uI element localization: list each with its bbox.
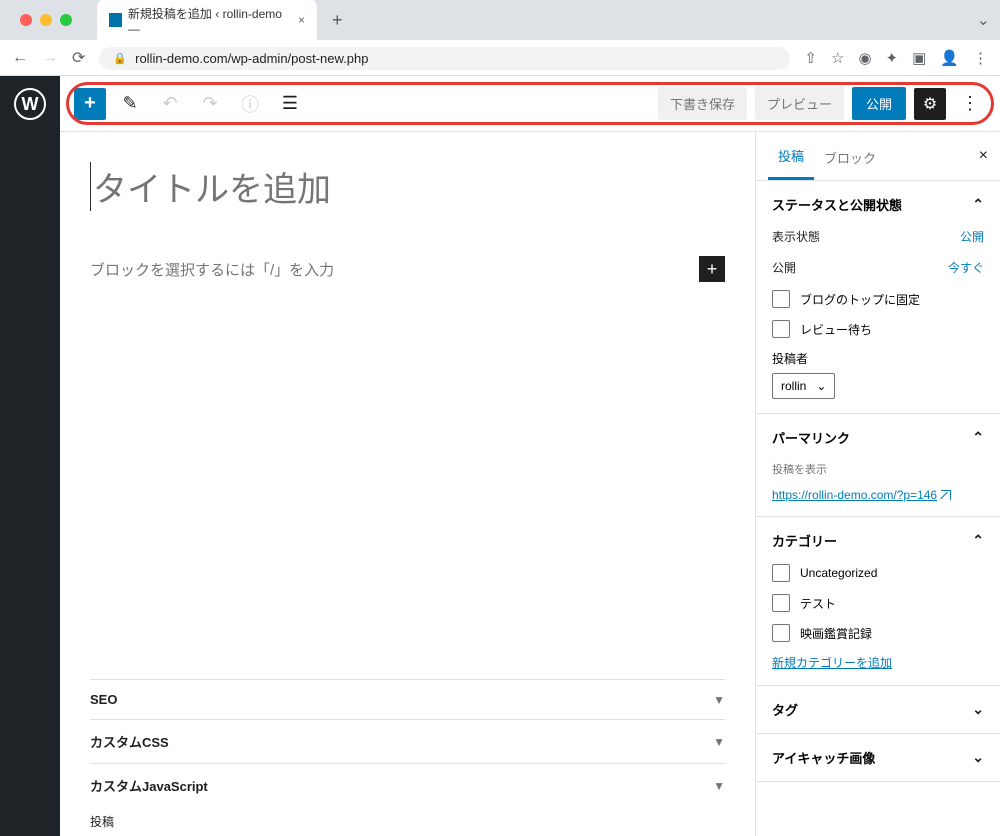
permalink-url[interactable]: https://rollin-demo.com/?p=146 bbox=[772, 488, 951, 502]
chevron-down-icon: ⌄ bbox=[972, 749, 984, 766]
chevron-down-icon: ▼ bbox=[713, 779, 725, 793]
close-sidebar-button[interactable]: × bbox=[979, 147, 988, 165]
wordpress-editor: W + ✎ ↶ ↷ ⓘ ☰ 下書き保存 プレビュー 公開 ⚙ ⋮ タイトルを追加 bbox=[0, 76, 1000, 836]
category-label: テスト bbox=[800, 595, 836, 612]
category-checkbox[interactable] bbox=[772, 564, 790, 582]
default-block[interactable]: ブロックを選択するには「/」を入力 + bbox=[90, 256, 725, 282]
extensions-icon[interactable]: ✦ bbox=[886, 49, 899, 67]
panel-permalink-toggle[interactable]: パーマリンク⌃ bbox=[772, 428, 984, 447]
sticky-label: ブログのトップに固定 bbox=[800, 291, 920, 308]
panel-status: ステータスと公開状態⌃ 表示状態公開 公開今すぐ ブログのトップに固定 レビュー… bbox=[756, 181, 1000, 414]
chevron-up-icon: ⌃ bbox=[972, 532, 984, 549]
forward-button[interactable]: → bbox=[42, 49, 58, 67]
chevron-down-icon[interactable]: ⌄ bbox=[977, 10, 990, 30]
panel-featured-toggle[interactable]: アイキャッチ画像⌄ bbox=[772, 748, 984, 767]
author-select[interactable]: rollin⌄ bbox=[772, 373, 835, 399]
category-label: 映画鑑賞記録 bbox=[800, 625, 872, 642]
chevron-down-icon: ⌄ bbox=[816, 379, 826, 393]
block-placeholder: ブロックを選択するには「/」を入力 bbox=[90, 259, 334, 280]
browser-chrome: 新規投稿を追加 ‹ rollin-demo — × + ⌄ ← → ⟳ 🔒 ro… bbox=[0, 0, 1000, 76]
camera-icon[interactable]: ◉ bbox=[858, 49, 871, 67]
share-icon[interactable]: ⇧ bbox=[804, 49, 817, 67]
minimize-window-icon[interactable] bbox=[40, 14, 52, 26]
undo-button[interactable]: ↶ bbox=[154, 88, 186, 120]
url-text: rollin-demo.com/wp-admin/post-new.php bbox=[135, 51, 368, 66]
meta-box-seo[interactable]: SEO▼ bbox=[90, 679, 725, 719]
wp-admin-bar: W bbox=[0, 76, 60, 836]
lock-icon: 🔒 bbox=[113, 52, 127, 65]
favicon-icon bbox=[109, 13, 122, 27]
panel-permalink: パーマリンク⌃ 投稿を表示 https://rollin-demo.com/?p… bbox=[756, 414, 1000, 517]
category-checkbox[interactable] bbox=[772, 624, 790, 642]
panel-status-toggle[interactable]: ステータスと公開状態⌃ bbox=[772, 195, 984, 214]
sticky-checkbox[interactable] bbox=[772, 290, 790, 308]
chevron-up-icon: ⌃ bbox=[972, 196, 984, 213]
menu-icon[interactable]: ⋮ bbox=[973, 49, 988, 67]
sidepanel-icon[interactable]: ▣ bbox=[912, 49, 926, 67]
preview-button[interactable]: プレビュー bbox=[755, 87, 844, 120]
block-inserter-button[interactable]: + bbox=[74, 88, 106, 120]
publish-button[interactable]: 公開 bbox=[852, 87, 906, 120]
external-link-icon bbox=[941, 490, 951, 500]
publish-date-value[interactable]: 今すぐ bbox=[948, 259, 984, 276]
reload-button[interactable]: ⟳ bbox=[72, 48, 85, 68]
outline-button[interactable]: ☰ bbox=[274, 88, 306, 120]
tab-block[interactable]: ブロック bbox=[814, 134, 886, 179]
add-category-link[interactable]: 新規カテゴリーを追加 bbox=[772, 654, 892, 671]
visibility-value[interactable]: 公開 bbox=[960, 228, 984, 245]
pending-label: レビュー待ち bbox=[800, 321, 872, 338]
redo-button[interactable]: ↷ bbox=[194, 88, 226, 120]
browser-tab[interactable]: 新規投稿を追加 ‹ rollin-demo — × bbox=[97, 0, 317, 42]
panel-tags-toggle[interactable]: タグ⌄ bbox=[772, 700, 984, 719]
document-type-label: 投稿 bbox=[90, 807, 725, 836]
meta-boxes: SEO▼ カスタムCSS▼ カスタムJavaScript▼ 投稿 bbox=[90, 679, 725, 836]
content-area: タイトルを追加 ブロックを選択するには「/」を入力 + SEO▼ カスタムCSS… bbox=[60, 132, 755, 836]
tab-bar: 新規投稿を追加 ‹ rollin-demo — × + ⌄ bbox=[0, 0, 1000, 40]
panel-featured-image: アイキャッチ画像⌄ bbox=[756, 734, 1000, 782]
address-bar: ← → ⟳ 🔒 rollin-demo.com/wp-admin/post-ne… bbox=[0, 40, 1000, 76]
chevron-down-icon: ▼ bbox=[713, 735, 725, 749]
author-label: 投稿者 bbox=[772, 350, 984, 367]
window-controls bbox=[20, 14, 72, 26]
wordpress-logo-icon[interactable]: W bbox=[14, 88, 46, 120]
panel-categories-toggle[interactable]: カテゴリー⌃ bbox=[772, 531, 984, 550]
settings-sidebar: 投稿 ブロック × ステータスと公開状態⌃ 表示状態公開 公開今すぐ ブログのト… bbox=[755, 132, 1000, 836]
details-button[interactable]: ⓘ bbox=[234, 88, 266, 120]
editor-toolbar: + ✎ ↶ ↷ ⓘ ☰ 下書き保存 プレビュー 公開 ⚙ ⋮ bbox=[60, 76, 1000, 132]
url-field[interactable]: 🔒 rollin-demo.com/wp-admin/post-new.php bbox=[99, 47, 790, 70]
meta-box-custom-js[interactable]: カスタムJavaScript▼ bbox=[90, 763, 725, 807]
save-draft-button[interactable]: 下書き保存 bbox=[658, 87, 747, 120]
view-post-label: 投稿を表示 bbox=[772, 461, 984, 477]
chevron-up-icon: ⌃ bbox=[972, 429, 984, 446]
tab-post[interactable]: 投稿 bbox=[768, 132, 814, 180]
panel-categories: カテゴリー⌃ Uncategorized テスト 映画鑑賞記録 新規カテゴリーを… bbox=[756, 517, 1000, 686]
add-block-button[interactable]: + bbox=[699, 256, 725, 282]
settings-button[interactable]: ⚙ bbox=[914, 88, 946, 120]
publish-date-label: 公開 bbox=[772, 259, 796, 276]
tab-title: 新規投稿を追加 ‹ rollin-demo — bbox=[128, 5, 284, 36]
post-title-input[interactable]: タイトルを追加 bbox=[90, 162, 725, 211]
pending-checkbox[interactable] bbox=[772, 320, 790, 338]
category-label: Uncategorized bbox=[800, 566, 877, 580]
edit-tool-button[interactable]: ✎ bbox=[114, 88, 146, 120]
category-checkbox[interactable] bbox=[772, 594, 790, 612]
close-window-icon[interactable] bbox=[20, 14, 32, 26]
editor-body: タイトルを追加 ブロックを選択するには「/」を入力 + SEO▼ カスタムCSS… bbox=[60, 132, 1000, 836]
chevron-down-icon: ▼ bbox=[713, 693, 725, 707]
star-icon[interactable]: ☆ bbox=[831, 49, 844, 67]
panel-tags: タグ⌄ bbox=[756, 686, 1000, 734]
new-tab-button[interactable]: + bbox=[332, 10, 343, 31]
options-button[interactable]: ⋮ bbox=[954, 88, 986, 120]
profile-icon[interactable]: 👤 bbox=[940, 49, 959, 67]
maximize-window-icon[interactable] bbox=[60, 14, 72, 26]
editor-main: + ✎ ↶ ↷ ⓘ ☰ 下書き保存 プレビュー 公開 ⚙ ⋮ タイトルを追加 ブ… bbox=[60, 76, 1000, 836]
visibility-label: 表示状態 bbox=[772, 228, 820, 245]
sidebar-tabs: 投稿 ブロック × bbox=[756, 132, 1000, 181]
meta-box-custom-css[interactable]: カスタムCSS▼ bbox=[90, 719, 725, 763]
chevron-down-icon: ⌄ bbox=[972, 701, 984, 718]
back-button[interactable]: ← bbox=[12, 49, 28, 67]
close-tab-icon[interactable]: × bbox=[298, 13, 305, 27]
